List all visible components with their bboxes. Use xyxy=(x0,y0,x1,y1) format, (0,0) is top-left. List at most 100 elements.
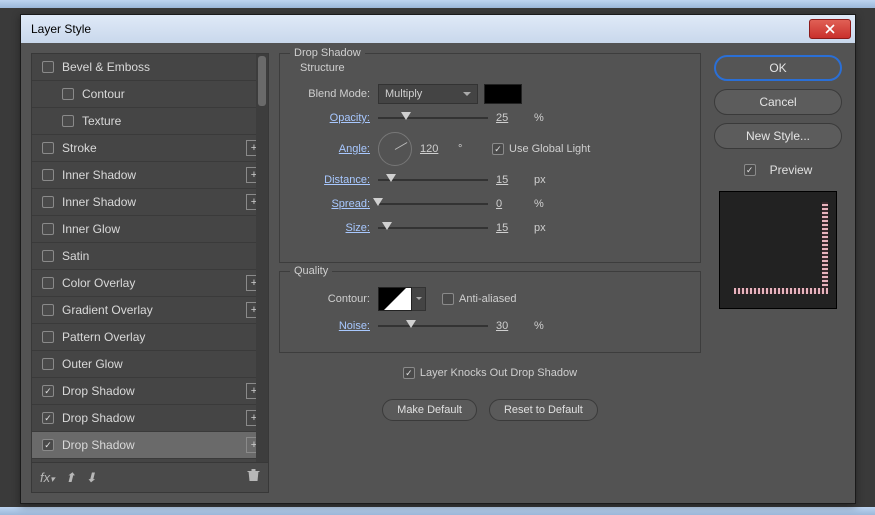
style-label: Texture xyxy=(82,114,262,128)
checkbox-icon xyxy=(492,143,504,155)
angle-label[interactable]: Angle: xyxy=(290,143,378,155)
style-label: Inner Glow xyxy=(62,222,262,236)
distance-label[interactable]: Distance: xyxy=(290,174,378,186)
checkbox-icon[interactable] xyxy=(42,358,54,370)
panel-title: Drop Shadow xyxy=(290,47,365,59)
style-row[interactable]: Inner Glow xyxy=(32,216,268,243)
contour-dropdown-icon[interactable] xyxy=(412,287,426,311)
checkbox-icon[interactable] xyxy=(42,439,54,451)
action-panel: OK Cancel New Style... Preview xyxy=(711,53,845,493)
opacity-label[interactable]: Opacity: xyxy=(290,112,378,124)
style-label: Pattern Overlay xyxy=(62,330,262,344)
use-global-light-checkbox[interactable]: Use Global Light xyxy=(492,143,590,155)
blend-mode-select[interactable]: Multiply xyxy=(378,84,478,104)
size-label[interactable]: Size: xyxy=(290,222,378,234)
style-row[interactable]: Pattern Overlay xyxy=(32,324,268,351)
distance-value[interactable]: 15 xyxy=(496,174,534,186)
style-row[interactable]: Satin xyxy=(32,243,268,270)
style-row[interactable]: Drop Shadow+ xyxy=(32,432,268,459)
opacity-unit: % xyxy=(534,112,558,124)
style-row[interactable]: Texture xyxy=(32,108,268,135)
opacity-value[interactable]: 25 xyxy=(496,112,534,124)
style-row[interactable]: Inner Shadow+ xyxy=(32,189,268,216)
style-row[interactable]: Bevel & Emboss⌃ xyxy=(32,54,268,81)
distance-slider[interactable] xyxy=(378,179,488,181)
ok-button[interactable]: OK xyxy=(714,55,842,81)
style-row[interactable]: Inner Shadow+ xyxy=(32,162,268,189)
structure-group: Drop Shadow Structure Blend Mode: Multip… xyxy=(279,53,701,263)
checkbox-icon[interactable] xyxy=(42,412,54,424)
checkbox-icon[interactable] xyxy=(42,61,54,73)
size-unit: px xyxy=(534,222,558,234)
layer-knocks-out-checkbox[interactable]: Layer Knocks Out Drop Shadow xyxy=(403,367,577,379)
quality-group: Quality Contour: Anti-aliased Noise: xyxy=(279,271,701,353)
checkbox-icon[interactable] xyxy=(42,250,54,262)
style-label: Stroke xyxy=(62,141,246,155)
checkbox-icon[interactable] xyxy=(42,223,54,235)
cancel-button[interactable]: Cancel xyxy=(714,89,842,115)
style-label: Satin xyxy=(62,249,262,263)
checkbox-icon[interactable] xyxy=(42,277,54,289)
style-label: Outer Glow xyxy=(62,357,262,371)
reset-default-button[interactable]: Reset to Default xyxy=(489,399,598,421)
checkbox-icon[interactable] xyxy=(42,169,54,181)
make-default-button[interactable]: Make Default xyxy=(382,399,477,421)
style-row[interactable]: Outer Glow xyxy=(32,351,268,378)
checkbox-icon[interactable] xyxy=(62,88,74,100)
size-slider[interactable] xyxy=(378,227,488,229)
checkbox-icon[interactable] xyxy=(42,331,54,343)
style-label: Drop Shadow xyxy=(62,438,246,452)
distance-unit: px xyxy=(534,174,558,186)
contour-label: Contour: xyxy=(290,293,378,305)
structure-title: Structure xyxy=(300,62,682,74)
spread-label[interactable]: Spread: xyxy=(290,198,378,210)
spread-value[interactable]: 0 xyxy=(496,198,534,210)
style-row[interactable]: Stroke+ xyxy=(32,135,268,162)
trash-icon[interactable] xyxy=(247,468,260,487)
scrollbar[interactable] xyxy=(256,54,268,462)
contour-picker[interactable] xyxy=(378,287,412,311)
style-label: Contour xyxy=(82,87,262,101)
scrollbar-thumb[interactable] xyxy=(258,56,266,106)
style-row[interactable]: Drop Shadow+ xyxy=(32,378,268,405)
noise-label[interactable]: Noise: xyxy=(290,320,378,332)
checkbox-icon[interactable] xyxy=(42,142,54,154)
close-button[interactable] xyxy=(809,19,851,39)
new-style-button[interactable]: New Style... xyxy=(714,123,842,149)
style-label: Color Overlay xyxy=(62,276,246,290)
style-list-footer: fx▾ ⬆ ⬇ xyxy=(32,462,268,492)
checkbox-icon[interactable] xyxy=(42,196,54,208)
quality-title: Quality xyxy=(290,265,332,277)
settings-panel: Drop Shadow Structure Blend Mode: Multip… xyxy=(279,53,701,493)
angle-value[interactable]: 120 xyxy=(420,143,458,155)
style-label: Inner Shadow xyxy=(62,195,246,209)
opacity-slider[interactable] xyxy=(378,117,488,119)
preview-thumbnail xyxy=(719,191,837,309)
size-value[interactable]: 15 xyxy=(496,222,534,234)
style-row[interactable]: Color Overlay+ xyxy=(32,270,268,297)
move-down-icon[interactable]: ⬇ xyxy=(86,470,97,486)
fx-icon[interactable]: fx▾ xyxy=(40,470,55,485)
close-icon xyxy=(825,24,835,34)
spread-slider[interactable] xyxy=(378,203,488,205)
checkbox-icon[interactable] xyxy=(42,304,54,316)
style-row[interactable]: Drop Shadow+ xyxy=(32,405,268,432)
checkbox-icon[interactable] xyxy=(62,115,74,127)
style-label: Drop Shadow xyxy=(62,384,246,398)
style-row[interactable]: Contour xyxy=(32,81,268,108)
style-label: Bevel & Emboss xyxy=(62,60,262,74)
antialiased-checkbox[interactable]: Anti-aliased xyxy=(442,293,516,305)
shadow-color-swatch[interactable] xyxy=(484,84,522,104)
checkbox-icon xyxy=(403,367,415,379)
style-row[interactable]: Gradient Overlay+ xyxy=(32,297,268,324)
noise-value[interactable]: 30 xyxy=(496,320,534,332)
dialog-title: Layer Style xyxy=(31,22,809,36)
titlebar[interactable]: Layer Style xyxy=(21,15,855,43)
angle-dial[interactable] xyxy=(378,132,412,166)
style-label: Gradient Overlay xyxy=(62,303,246,317)
style-list[interactable]: Bevel & Emboss⌃ContourTextureStroke+Inne… xyxy=(32,54,268,462)
checkbox-icon[interactable] xyxy=(42,385,54,397)
preview-checkbox[interactable]: Preview xyxy=(744,163,813,177)
noise-slider[interactable] xyxy=(378,325,488,327)
move-up-icon[interactable]: ⬆ xyxy=(65,470,76,486)
